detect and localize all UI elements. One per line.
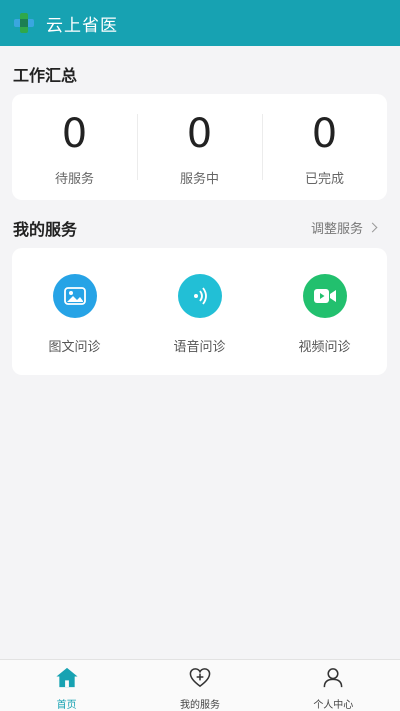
my-services-title: 我的服务 (13, 220, 78, 239)
stat-label: 已完成 (304, 172, 344, 187)
service-label: 语音问诊 (173, 340, 226, 355)
nav-item-profile[interactable]: 个人中心 (267, 660, 400, 711)
heart-plus-icon (189, 668, 211, 688)
adjust-services-label: 调整服务 (310, 222, 363, 237)
service-voice-consult[interactable]: 语音问诊 (137, 248, 262, 375)
services-card: 图文问诊 语音问诊 视频问诊 (12, 248, 387, 375)
image-icon (52, 274, 97, 318)
stat-label: 服务中 (179, 172, 219, 187)
service-image-consult[interactable]: 图文问诊 (12, 248, 137, 375)
bottom-nav: 首页 我的服务 个人中心 (0, 659, 400, 711)
nav-label: 个人中心 (313, 700, 354, 711)
stat-in-service[interactable]: 0 服务中 (137, 94, 262, 200)
stat-completed[interactable]: 0 已完成 (262, 94, 387, 200)
nav-item-home[interactable]: 首页 (0, 660, 133, 711)
app-header: 云上省医 (0, 0, 400, 46)
stat-value: 0 (311, 111, 338, 157)
video-icon (302, 274, 347, 318)
adjust-services-link[interactable]: 调整服务 (310, 218, 378, 237)
nav-item-my-services[interactable]: 我的服务 (133, 660, 266, 711)
service-video-consult[interactable]: 视频问诊 (262, 248, 387, 375)
summary-card: 0 待服务 0 服务中 0 已完成 (12, 94, 387, 200)
chevron-right-icon (367, 222, 378, 233)
stat-pending[interactable]: 0 待服务 (12, 94, 137, 200)
voice-icon (177, 274, 222, 318)
service-label: 视频问诊 (298, 340, 351, 355)
summary-title: 工作汇总 (13, 66, 78, 85)
person-icon (323, 668, 343, 688)
nav-label: 我的服务 (179, 700, 220, 711)
app: 云上省医 工作汇总 0 待服务 0 服务中 0 已完成 我的服务 调整服务 图文… (0, 0, 400, 711)
app-logo-icon (14, 13, 34, 33)
stat-label: 待服务 (54, 172, 94, 187)
service-label: 图文问诊 (48, 340, 101, 355)
home-icon (56, 667, 78, 688)
nav-label: 首页 (56, 700, 77, 711)
stat-value: 0 (61, 111, 88, 157)
app-title: 云上省医 (46, 15, 118, 36)
stat-value: 0 (186, 111, 213, 157)
